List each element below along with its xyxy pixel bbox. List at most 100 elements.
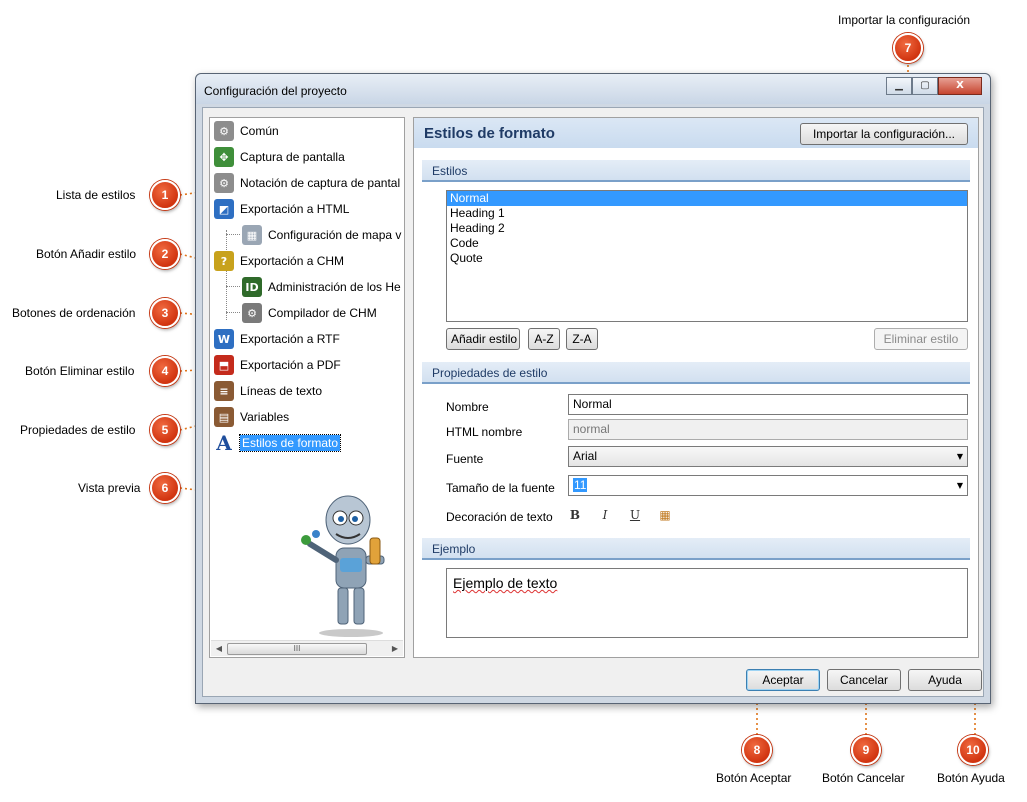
tree-item[interactable]: W Exportación a RTF bbox=[214, 328, 402, 350]
name-field[interactable]: Normal bbox=[568, 394, 968, 415]
tree-connector bbox=[226, 234, 240, 235]
italic-icon[interactable]: I bbox=[596, 506, 614, 524]
color-grid-icon[interactable]: ▦ bbox=[656, 506, 674, 524]
scroll-right-icon[interactable]: ▶ bbox=[389, 643, 401, 655]
tree-item-label: Captura de pantalla bbox=[240, 150, 345, 164]
html-name-field: normal bbox=[568, 419, 968, 440]
tree-item[interactable]: ◩ Exportación a HTML bbox=[214, 198, 402, 220]
tree-connector bbox=[226, 286, 240, 287]
list-item[interactable]: Heading 2 bbox=[447, 221, 967, 236]
style-preview-box: Ejemplo de texto bbox=[446, 568, 968, 638]
chevron-down-icon: ▼ bbox=[956, 481, 963, 490]
sitemap-icon: ▦ bbox=[242, 225, 262, 245]
tree-horizontal-scrollbar[interactable]: ◀ III ▶ bbox=[211, 640, 403, 656]
tree-item[interactable]: ⚙ Notación de captura de pantal bbox=[214, 172, 402, 194]
list-item[interactable]: Normal bbox=[447, 191, 967, 206]
tree-item-label: Variables bbox=[240, 410, 290, 424]
styles-listbox[interactable]: Normal Heading 1 Heading 2 Code Quote bbox=[446, 190, 968, 322]
tree-item-label: Exportación a RTF bbox=[240, 332, 340, 346]
close-button[interactable]: X bbox=[938, 77, 982, 95]
tree-item-label: Administración de los He bbox=[268, 280, 401, 294]
gear-icon: ⚙ bbox=[214, 121, 234, 141]
help-button[interactable]: Ayuda bbox=[908, 669, 982, 691]
tree-item-label: Compilador de CHM bbox=[268, 306, 377, 320]
tree-item[interactable]: ID Administración de los He bbox=[242, 276, 402, 298]
list-item[interactable]: Heading 1 bbox=[447, 206, 967, 221]
callout-badge-9: 9 bbox=[851, 735, 881, 765]
callout-label-style-properties: Propiedades de estilo bbox=[20, 423, 136, 437]
list-item[interactable]: Quote bbox=[447, 251, 967, 266]
list-item[interactable]: Code bbox=[447, 236, 967, 251]
chevron-down-icon: ▼ bbox=[956, 452, 963, 461]
sort-az-button[interactable]: A-Z bbox=[528, 328, 560, 350]
callout-label-sort-buttons: Botones de ordenación bbox=[12, 306, 136, 320]
callout-badge-8: 8 bbox=[742, 735, 772, 765]
add-style-button[interactable]: Añadir estilo bbox=[446, 328, 520, 350]
tree-item[interactable]: ▤ Variables bbox=[214, 406, 402, 428]
scroll-left-icon[interactable]: ◀ bbox=[213, 643, 225, 655]
format-styles-panel: Estilos de formato Importar la configura… bbox=[413, 117, 979, 658]
text-lines-icon: ≡ bbox=[214, 381, 234, 401]
tree-item[interactable]: ▦ Configuración de mapa v bbox=[242, 224, 402, 246]
window-controls: ▁ ▢ X bbox=[886, 77, 982, 95]
panel-header: Estilos de formato Importar la configura… bbox=[414, 118, 978, 148]
project-settings-window: Configuración del proyecto ▁ ▢ X ⚙ Común ✥… bbox=[195, 73, 991, 704]
tree-item[interactable]: ⚙ Compilador de CHM bbox=[242, 302, 402, 324]
cancel-button[interactable]: Cancelar bbox=[827, 669, 901, 691]
callout-label-add-style: Botón Añadir estilo bbox=[36, 247, 137, 261]
tree-item[interactable]: ? Exportación a CHM bbox=[214, 250, 402, 272]
callout-badge-5: 5 bbox=[150, 415, 180, 445]
title-bar[interactable]: Configuración del proyecto ▁ ▢ X bbox=[196, 74, 990, 104]
font-select[interactable]: Arial ▼ bbox=[568, 446, 968, 467]
tree-item[interactable]: ✥ Captura de pantalla bbox=[214, 146, 402, 168]
callout-badge-6: 6 bbox=[150, 473, 180, 503]
scroll-thumb[interactable]: III bbox=[227, 643, 367, 655]
tree-item-label: Líneas de texto bbox=[240, 384, 323, 398]
html-name-label: HTML nombre bbox=[446, 425, 523, 439]
font-label: Fuente bbox=[446, 452, 484, 466]
dialog-client-area: ⚙ Común ✥ Captura de pantalla ⚙ Notación de c… bbox=[202, 107, 984, 697]
font-select-value: Arial bbox=[573, 449, 598, 463]
robot-mascot-image bbox=[301, 495, 385, 637]
style-properties-section-header: Propiedades de estilo bbox=[422, 362, 970, 384]
html-export-icon: ◩ bbox=[214, 199, 234, 219]
font-size-combo[interactable]: 11 ▼ bbox=[568, 475, 968, 496]
callout-badge-4: 4 bbox=[150, 356, 180, 386]
styles-section-label: Estilos bbox=[432, 164, 468, 178]
tree-item-label: Estilos de formato bbox=[238, 434, 342, 452]
callout-badge-7: 7 bbox=[893, 33, 923, 63]
ok-button[interactable]: Aceptar bbox=[746, 669, 820, 691]
tree-item[interactable]: ⬒ Exportación a PDF bbox=[214, 354, 402, 376]
callout-badge-3: 3 bbox=[150, 298, 180, 328]
delete-style-button[interactable]: Eliminar estilo bbox=[874, 328, 968, 350]
screen-capture-icon: ✥ bbox=[214, 147, 234, 167]
tree-item[interactable]: ≡ Líneas de texto bbox=[214, 380, 402, 402]
callout-badge-1: 1 bbox=[150, 180, 180, 210]
window-title: Configuración del proyecto bbox=[204, 84, 347, 98]
sort-za-button[interactable]: Z-A bbox=[566, 328, 598, 350]
font-style-icon: A bbox=[216, 432, 232, 454]
tree-item[interactable]: ⚙ Común bbox=[214, 120, 402, 142]
bold-icon[interactable]: B bbox=[566, 506, 584, 524]
tree-item-label: Exportación a PDF bbox=[240, 358, 341, 372]
compiler-icon: ⚙ bbox=[242, 303, 262, 323]
settings-tree[interactable]: ⚙ Común ✥ Captura de pantalla ⚙ Notación de c… bbox=[209, 117, 405, 658]
tree-item[interactable]: A Estilos de formato bbox=[214, 432, 402, 454]
tree-item-label: Exportación a HTML bbox=[240, 202, 350, 216]
tree-item-label: Configuración de mapa v bbox=[268, 228, 402, 242]
underline-icon[interactable]: U bbox=[626, 506, 644, 524]
maximize-button[interactable]: ▢ bbox=[912, 77, 938, 95]
import-settings-button[interactable]: Importar la configuración... bbox=[800, 123, 968, 145]
example-section-label: Ejemplo bbox=[432, 542, 476, 556]
callout-badge-2: 2 bbox=[150, 239, 180, 269]
minimize-button[interactable]: ▁ bbox=[886, 77, 912, 95]
tree-item-label: Exportación a CHM bbox=[240, 254, 345, 268]
pdf-export-icon: ⬒ bbox=[214, 355, 234, 375]
chm-export-icon: ? bbox=[214, 251, 234, 271]
callout-label-ok: Botón Aceptar bbox=[716, 771, 792, 785]
font-size-value: 11 bbox=[573, 478, 588, 492]
callout-label-styles-list: Lista de estilos bbox=[56, 188, 136, 202]
preview-text: Ejemplo de texto bbox=[453, 575, 558, 591]
example-section-header: Ejemplo bbox=[422, 538, 970, 560]
rtf-export-icon: W bbox=[214, 329, 234, 349]
